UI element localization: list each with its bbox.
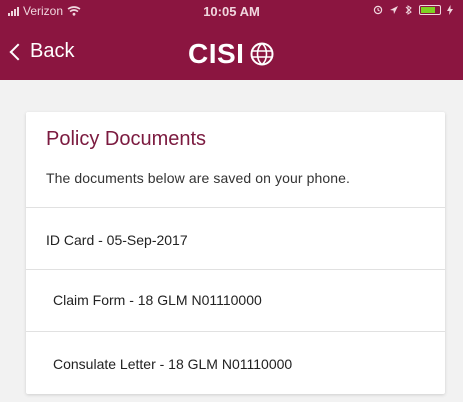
- charging-icon: [447, 5, 453, 15]
- location-icon: [390, 6, 398, 14]
- document-item-consulate-letter[interactable]: Consulate Letter - 18 GLM N01110000: [53, 356, 292, 372]
- app-header: Verizon 10:05 AM Back CISI: [0, 0, 463, 80]
- alarm-icon: [373, 5, 383, 15]
- divider: [26, 269, 445, 270]
- document-item-id-card[interactable]: ID Card - 05-Sep-2017: [46, 232, 188, 248]
- logo-text: CISI: [188, 38, 245, 69]
- document-item-claim-form[interactable]: Claim Form - 18 GLM N01110000: [53, 292, 262, 308]
- globe-icon: [250, 42, 274, 66]
- back-label: Back: [30, 40, 75, 62]
- back-button[interactable]: Back: [9, 40, 75, 63]
- status-bar: Verizon 10:05 AM: [0, 0, 463, 24]
- battery-icon: [419, 5, 441, 15]
- divider: [26, 207, 445, 208]
- battery-level: [421, 7, 436, 13]
- logo: CISI: [188, 38, 274, 70]
- divider: [26, 331, 445, 332]
- status-right: [373, 4, 453, 16]
- bluetooth-icon: [405, 5, 412, 15]
- card-subtitle: The documents below are saved on your ph…: [46, 170, 351, 186]
- card-title: Policy Documents: [46, 128, 207, 150]
- policy-documents-card: Policy Documents The documents below are…: [26, 112, 445, 394]
- chevron-left-icon: [9, 43, 27, 60]
